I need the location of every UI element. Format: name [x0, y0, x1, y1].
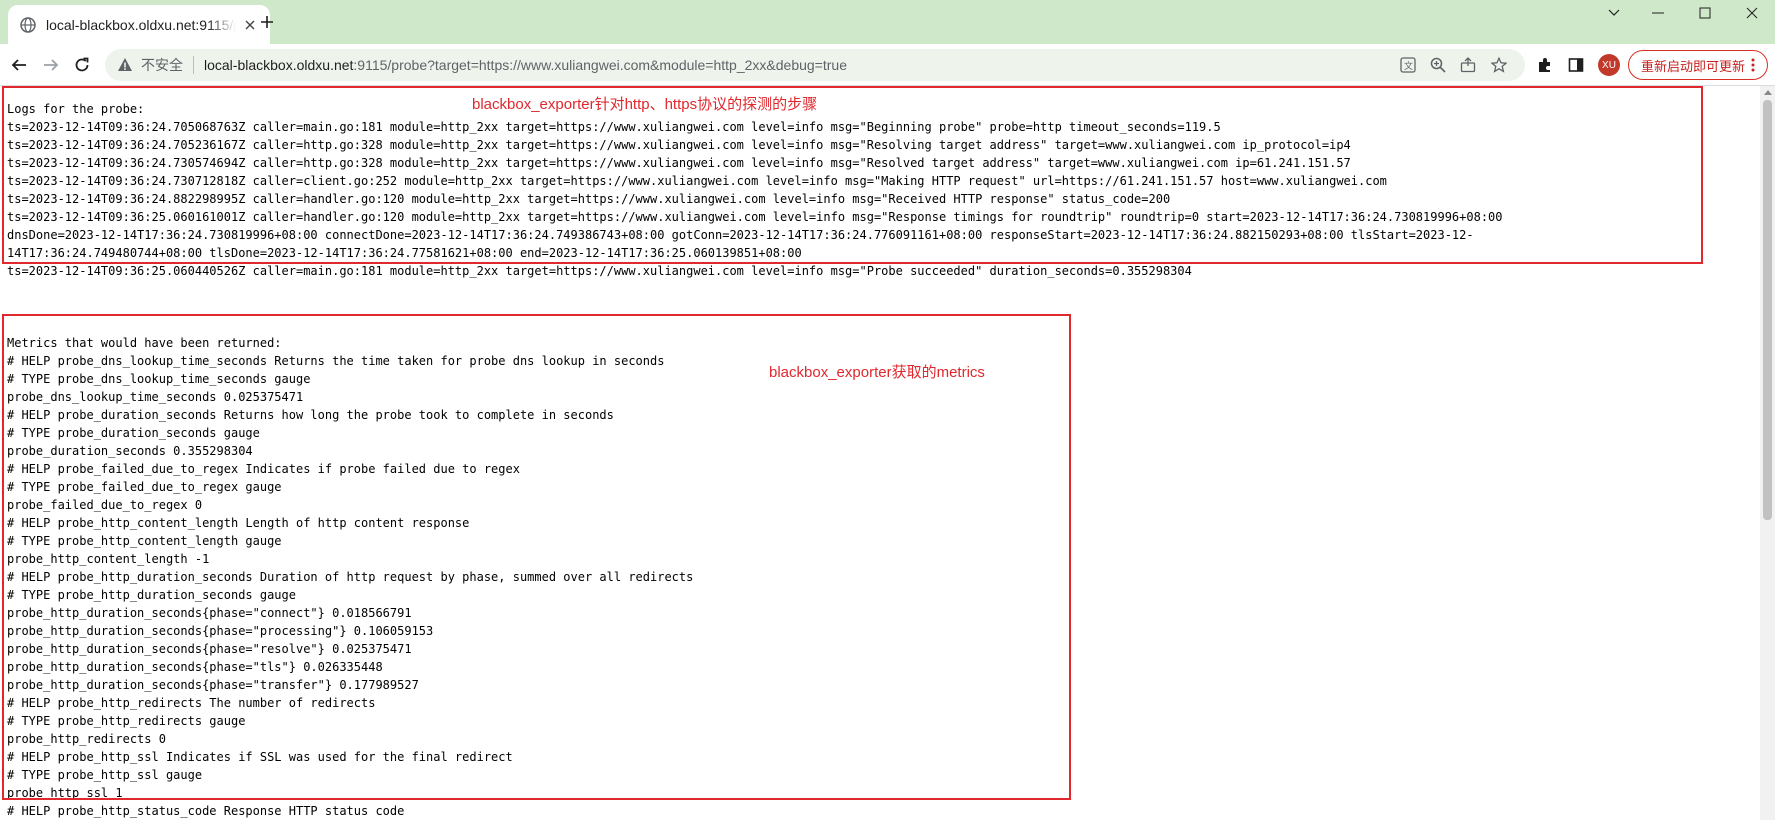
- bookmark-star-icon[interactable]: [1491, 57, 1507, 73]
- scroll-thumb[interactable]: [1763, 100, 1772, 520]
- reload-icon[interactable]: [70, 53, 94, 77]
- minimize-icon[interactable]: [1635, 0, 1681, 26]
- chevron-down-icon[interactable]: [1591, 0, 1637, 26]
- metrics-annotation: blackbox_exporter获取的metrics: [769, 364, 985, 381]
- not-secure-label[interactable]: 不安全: [141, 55, 183, 75]
- warning-triangle-icon[interactable]: [117, 57, 133, 73]
- browser-toolbar: 不安全 local-blackbox.oldxu.net:9115/probe?…: [0, 44, 1775, 86]
- divider: [193, 56, 194, 74]
- relaunch-update-label: 重新启动即可更新: [1640, 58, 1745, 74]
- log-line: ts=2023-12-14T09:36:25.060440526Z caller…: [7, 264, 1192, 278]
- maximize-icon[interactable]: [1682, 0, 1728, 26]
- metric-line: # HELP probe_http_status_code Response H…: [7, 804, 405, 818]
- browser-tab-active[interactable]: local-blackbox.oldxu.net:9115/probe?targ…: [8, 5, 270, 44]
- forward-arrow-icon[interactable]: [39, 53, 63, 77]
- zoom-icon[interactable]: [1430, 57, 1446, 73]
- translate-icon[interactable]: 文: [1400, 57, 1416, 73]
- new-tab-plus-icon[interactable]: [257, 12, 277, 32]
- side-panel-icon[interactable]: [1567, 56, 1585, 74]
- more-vertical-icon: [1751, 58, 1755, 72]
- url-path: :9115/probe?target=https://www.xuliangwe…: [353, 57, 847, 73]
- metrics-highlight-box: [2, 314, 1071, 800]
- logs-annotation: blackbox_exporter针对http、https协议的探测的步骤: [472, 96, 818, 113]
- globe-icon: [20, 16, 36, 33]
- relaunch-update-button[interactable]: 重新启动即可更新: [1628, 50, 1768, 80]
- tab-title: local-blackbox.oldxu.net:9115/probe?targ…: [46, 16, 236, 33]
- page-content: Logs for the probe: ts=2023-12-14T09:36:…: [0, 86, 1760, 820]
- back-arrow-icon[interactable]: [7, 53, 31, 77]
- avatar[interactable]: XU: [1598, 54, 1620, 76]
- page-scrollbar[interactable]: [1760, 86, 1775, 820]
- window-close-icon[interactable]: [1729, 0, 1775, 26]
- scroll-up-arrow-icon[interactable]: [1764, 90, 1772, 95]
- logs-highlight-box: [2, 86, 1703, 264]
- url-host: local-blackbox.oldxu.net: [204, 57, 354, 73]
- svg-text:文: 文: [1404, 60, 1413, 72]
- tab-strip: local-blackbox.oldxu.net:9115/probe?targ…: [0, 0, 1775, 44]
- close-icon[interactable]: [242, 17, 258, 33]
- url-text[interactable]: local-blackbox.oldxu.net:9115/probe?targ…: [204, 57, 847, 73]
- share-icon[interactable]: [1460, 57, 1476, 73]
- address-bar[interactable]: 不安全 local-blackbox.oldxu.net:9115/probe?…: [105, 49, 1525, 81]
- extensions-puzzle-icon[interactable]: [1536, 56, 1554, 74]
